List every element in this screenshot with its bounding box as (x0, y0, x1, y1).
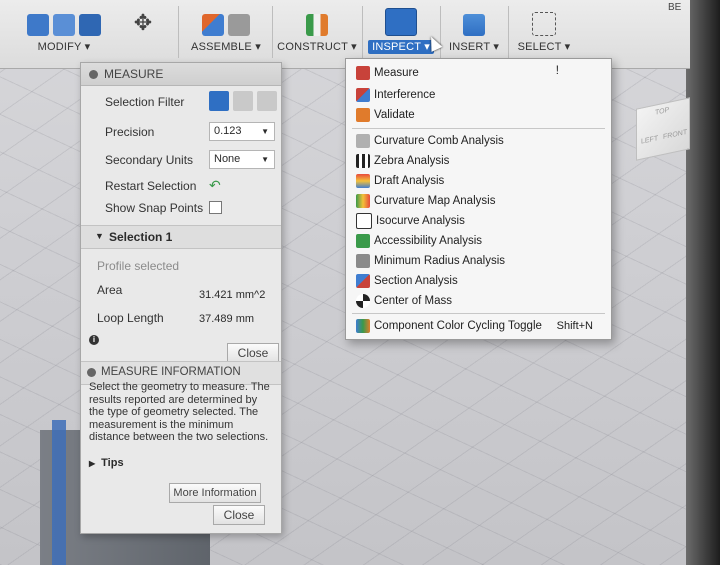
chevron-down-icon: ▼ (261, 127, 269, 136)
selection-section-header[interactable]: ▼ Selection 1 (81, 225, 281, 249)
loop-length-value: 37.489 mm (199, 313, 255, 325)
new-component-icon (202, 14, 224, 36)
shell-icon (79, 14, 101, 36)
modify-menu-label[interactable]: MODIFY ▾ (18, 40, 110, 53)
inspect-menu-label[interactable]: INSPECT ▾ (368, 40, 434, 54)
filter-body-icon[interactable] (209, 91, 229, 111)
measure-information-text: Select the geometry to measure. The resu… (89, 381, 270, 443)
assemble-menu-label[interactable]: ASSEMBLE ▾ (186, 40, 266, 53)
view-cube-left[interactable]: LEFT (641, 135, 658, 146)
view-cube-front[interactable]: FRONT (663, 129, 687, 141)
measure-information-title: MEASURE INFORMATION (101, 366, 241, 378)
collapse-icon[interactable] (87, 368, 96, 377)
snap-points-checkbox[interactable] (209, 201, 222, 214)
menu-item-curvature-map[interactable]: Curvature Map Analysis (346, 191, 611, 211)
monitor-bezel (686, 0, 720, 565)
user-initials[interactable]: BE (668, 2, 681, 13)
loop-length-label: Loop Length (97, 311, 164, 325)
selection-section-title: Selection 1 (109, 230, 173, 244)
move-icon[interactable]: ✥ (134, 10, 152, 36)
color-cycling-icon (356, 319, 370, 333)
toolbar-divider (362, 6, 363, 58)
menu-item-component-color-cycling[interactable]: Component Color Cycling Toggle Shift+N (346, 316, 611, 336)
zebra-icon (356, 154, 370, 168)
minimum-radius-icon (356, 254, 370, 268)
secondary-units-select[interactable]: None ▼ (209, 150, 275, 169)
menu-item-zebra[interactable]: Zebra Analysis (346, 151, 611, 171)
menu-item-draft[interactable]: Draft Analysis (346, 171, 611, 191)
press-pull-icon (27, 14, 49, 36)
isocurve-icon (356, 213, 372, 229)
menu-item-isocurve[interactable]: Isocurve Analysis (346, 211, 611, 231)
precision-label: Precision (105, 125, 155, 139)
close-button-secondary[interactable]: Close (213, 505, 265, 525)
measure-dialog-title: MEASURE (104, 67, 164, 81)
filter-face-icon[interactable] (233, 91, 253, 111)
fillet-icon (53, 14, 75, 36)
triangle-right-icon: ▶ (89, 459, 96, 468)
menu-item-minimum-radius[interactable]: Minimum Radius Analysis (346, 251, 611, 271)
select-menu-label[interactable]: SELECT ▾ (512, 40, 576, 53)
toolbar-divider (178, 6, 179, 58)
restart-arrow-icon[interactable]: ↶ (209, 177, 221, 194)
secondary-units-label: Secondary Units (105, 153, 194, 167)
view-cube-top[interactable]: TOP (655, 107, 669, 117)
chevron-down-icon: ▼ (261, 155, 269, 164)
modify-group[interactable]: MODIFY ▾ (18, 0, 110, 68)
menu-item-validate[interactable]: Validate (346, 105, 611, 125)
tips-toggle[interactable]: ▶ Tips (89, 457, 124, 469)
restart-selection-label: Restart Selection (105, 179, 197, 193)
menu-item-curvature-comb[interactable]: Curvature Comb Analysis (346, 131, 611, 151)
more-information-button[interactable]: More Information (169, 483, 261, 503)
toolbar-divider (508, 6, 509, 58)
selected-edge[interactable] (52, 420, 66, 565)
joint-icon (228, 14, 250, 36)
menu-item-center-of-mass[interactable]: Center of Mass (346, 291, 611, 311)
area-value: 31.421 mm^2 (199, 289, 266, 301)
accessibility-icon (356, 234, 370, 248)
measure-dialog-header[interactable]: MEASURE (81, 63, 281, 86)
inspect-dropdown-menu: Measure ! Interference Validate Curvatur… (345, 58, 612, 340)
toolbar-divider (440, 6, 441, 58)
precision-select[interactable]: 0.123 ▼ (209, 122, 275, 141)
curvature-map-icon (356, 194, 370, 208)
pin-icon[interactable]: ! (556, 65, 559, 77)
measure-dialog: MEASURE Selection Filter Precision 0.123… (80, 62, 282, 534)
collapse-icon[interactable] (89, 69, 98, 79)
curvature-comb-icon (356, 134, 370, 148)
shortcut-text: Shift+N (556, 320, 593, 332)
menu-item-accessibility[interactable]: Accessibility Analysis (346, 231, 611, 251)
menu-divider (352, 128, 605, 129)
interference-icon (356, 88, 370, 102)
validate-icon (356, 108, 370, 122)
triangle-down-icon: ▼ (95, 231, 104, 241)
menu-item-measure[interactable]: Measure ! (346, 63, 611, 83)
measure-icon (385, 8, 417, 36)
select-box-icon (532, 12, 556, 36)
insert-menu-label[interactable]: INSERT ▾ (444, 40, 504, 53)
section-icon (356, 274, 370, 288)
center-of-mass-icon (356, 294, 370, 308)
menu-item-section-analysis[interactable]: Section Analysis (346, 271, 611, 291)
info-icon[interactable]: i (89, 335, 99, 345)
profile-selected-text: Profile selected (97, 259, 180, 273)
menu-divider (352, 313, 605, 314)
ruler-icon (356, 66, 370, 80)
close-button[interactable]: Close (227, 343, 279, 363)
show-snap-points-label: Show Snap Points (105, 201, 204, 215)
offset-plane-icon (306, 14, 328, 36)
toolbar-divider (272, 6, 273, 58)
construct-menu-label[interactable]: CONSTRUCT ▾ (276, 40, 358, 53)
selection-filter-label: Selection Filter (105, 95, 185, 109)
assemble-group[interactable]: ASSEMBLE ▾ (186, 0, 266, 68)
area-label: Area (97, 283, 123, 297)
menu-item-interference[interactable]: Interference (346, 85, 611, 105)
filter-edge-icon[interactable] (257, 91, 277, 111)
draft-icon (356, 174, 370, 188)
insert-image-icon (463, 14, 485, 36)
